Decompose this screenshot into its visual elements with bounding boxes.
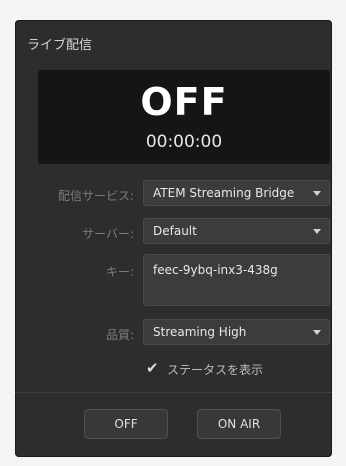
show-status-label: ステータスを表示: [167, 363, 264, 377]
off-button[interactable]: OFF: [84, 409, 168, 439]
checkmark-icon: ✔: [146, 359, 159, 377]
stream-timer: 00:00:00: [145, 132, 223, 152]
divider: [15, 392, 332, 393]
status-display: OFF 00:00:00: [38, 70, 330, 164]
service-label: 配信サービス:: [57, 189, 134, 203]
server-value: Default: [153, 224, 197, 238]
service-value: ATEM Streaming Bridge: [153, 186, 295, 200]
stream-key-field[interactable]: feec-9ybq-inx3-438g: [143, 254, 330, 306]
stream-key-value: feec-9ybq-inx3-438g: [153, 263, 278, 277]
chevron-down-icon: [313, 330, 321, 335]
quality-label: 品質:: [105, 328, 134, 342]
service-select[interactable]: ATEM Streaming Bridge: [143, 180, 330, 206]
server-select[interactable]: Default: [143, 218, 330, 244]
key-label: キー:: [105, 265, 134, 279]
quality-value: Streaming High: [153, 325, 247, 339]
server-label: サーバー:: [82, 227, 134, 241]
on-air-button[interactable]: ON AIR: [197, 409, 281, 439]
chevron-down-icon: [313, 191, 321, 196]
chevron-down-icon: [313, 229, 321, 234]
stream-status: OFF: [140, 80, 228, 124]
quality-select[interactable]: Streaming High: [143, 319, 330, 345]
panel-title: ライブ配信: [27, 38, 93, 53]
